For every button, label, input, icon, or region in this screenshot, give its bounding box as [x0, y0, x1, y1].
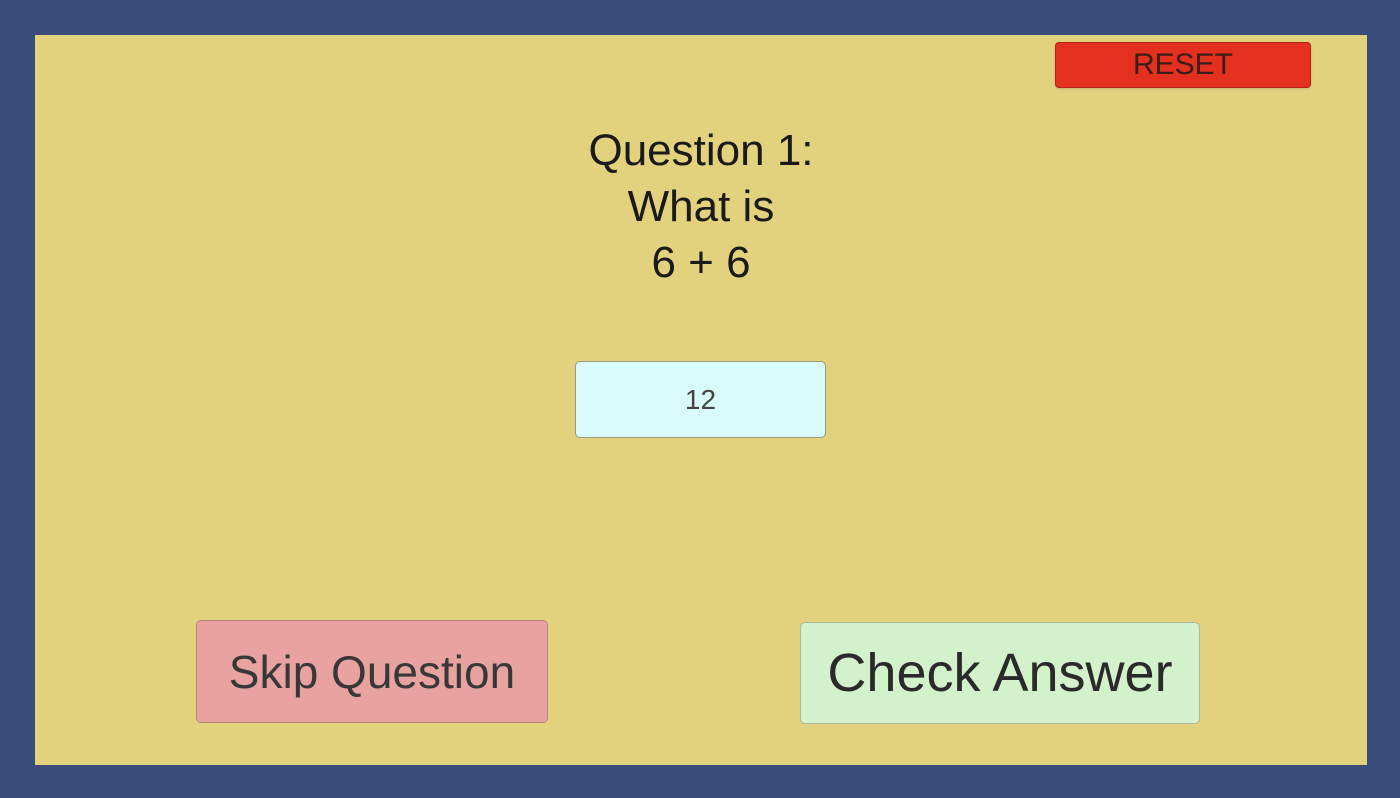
question-text: Question 1: What is 6 + 6	[501, 123, 901, 291]
skip-question-button[interactable]: Skip Question	[196, 620, 548, 723]
game-panel: RESET Question 1: What is 6 + 6 Skip Que…	[35, 35, 1367, 765]
answer-input[interactable]	[575, 361, 826, 438]
question-prompt: What is	[627, 182, 775, 231]
question-number: Question 1:	[588, 126, 814, 175]
question-expression: 6 + 6	[651, 238, 751, 287]
reset-button[interactable]: RESET	[1055, 42, 1311, 88]
check-answer-button[interactable]: Check Answer	[800, 622, 1200, 724]
